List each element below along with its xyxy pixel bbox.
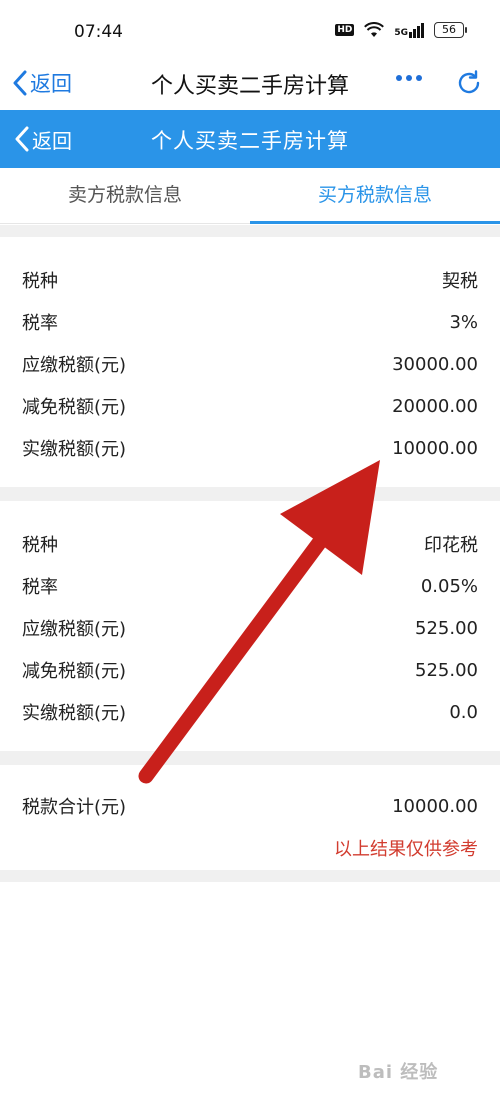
deed-tax-section: 税种 契税 税率 3% 应缴税额(元) 30000.00 减免税额(元) 200… bbox=[0, 237, 500, 487]
row-label: 税种 bbox=[22, 271, 58, 292]
tax-actual-row: 实缴税额(元) 10000.00 bbox=[0, 427, 500, 469]
tab-bar: 卖方税款信息 买方税款信息 bbox=[0, 168, 500, 224]
disclaimer-note: 以上结果仅供参考 bbox=[334, 839, 478, 860]
row-label: 应缴税额(元) bbox=[22, 355, 127, 376]
tax-rate-row: 税率 0.05% bbox=[0, 565, 500, 607]
tax-type-row: 税种 印花税 bbox=[0, 523, 500, 565]
tab-seller-tax[interactable]: 卖方税款信息 bbox=[0, 168, 250, 223]
row-value: 0.05% bbox=[420, 575, 478, 597]
row-label: 税种 bbox=[22, 535, 58, 556]
divider bbox=[0, 225, 500, 237]
network-type-label: 5G bbox=[394, 27, 408, 38]
row-label: 应缴税额(元) bbox=[22, 619, 127, 640]
tax-exemption-row: 减免税额(元) 20000.00 bbox=[0, 385, 500, 427]
row-value: 30000.00 bbox=[392, 353, 478, 375]
signal-icon: 5G bbox=[394, 22, 424, 38]
row-value: 525.00 bbox=[415, 659, 478, 681]
row-value: 20000.00 bbox=[392, 395, 478, 417]
page-title: 个人买卖二手房计算 bbox=[151, 129, 349, 153]
row-value: 印花税 bbox=[424, 535, 478, 556]
total-section: 税款合计(元) 10000.00 以上结果仅供参考 bbox=[0, 765, 500, 870]
tax-type-row: 税种 契税 bbox=[0, 259, 500, 301]
row-label: 实缴税额(元) bbox=[22, 703, 127, 724]
baidu-watermark: Bai 经验 bbox=[358, 1062, 439, 1083]
browser-title: 个人买卖二手房计算 bbox=[150, 74, 349, 99]
row-value: 契税 bbox=[442, 271, 478, 292]
status-icons: HD 5G 56 bbox=[335, 22, 467, 38]
wifi-icon bbox=[364, 22, 385, 37]
status-bar: 07:44 HD 5G 56 bbox=[0, 0, 500, 62]
tax-total-row: 税款合计(元) 10000.00 bbox=[0, 785, 500, 827]
battery-icon: 56 bbox=[434, 22, 467, 38]
row-value: 10000.00 bbox=[392, 437, 478, 459]
row-value: 0.0 bbox=[449, 701, 478, 723]
tax-actual-row: 实缴税额(元) 0.0 bbox=[0, 691, 500, 733]
row-value: 525.00 bbox=[415, 617, 478, 639]
tax-exemption-row: 减免税额(元) 525.00 bbox=[0, 649, 500, 691]
more-options-icon[interactable] bbox=[396, 75, 422, 81]
row-label: 税率 bbox=[22, 313, 58, 334]
tab-buyer-tax[interactable]: 买方税款信息 bbox=[250, 168, 500, 224]
tax-payable-row: 应缴税额(元) 30000.00 bbox=[0, 343, 500, 385]
browser-toolbar: 返回 个人买卖二手房计算 bbox=[0, 62, 500, 110]
row-label: 税率 bbox=[22, 577, 58, 598]
stamp-duty-section: 税种 印花税 税率 0.05% 应缴税额(元) 525.00 减免税额(元) 5… bbox=[0, 501, 500, 751]
status-time: 07:44 bbox=[74, 22, 123, 42]
divider bbox=[0, 870, 500, 882]
tax-rate-row: 税率 3% bbox=[0, 301, 500, 343]
app-header: 返回 个人买卖二手房计算 bbox=[0, 110, 500, 168]
refresh-icon[interactable] bbox=[455, 69, 483, 97]
divider bbox=[0, 487, 500, 501]
hd-icon: HD bbox=[335, 24, 355, 36]
row-label: 减免税额(元) bbox=[22, 397, 127, 418]
row-label: 实缴税额(元) bbox=[22, 439, 127, 460]
total-label: 税款合计(元) bbox=[22, 797, 127, 818]
divider bbox=[0, 751, 500, 765]
total-value: 10000.00 bbox=[392, 795, 478, 817]
row-value: 3% bbox=[449, 311, 478, 333]
row-label: 减免税额(元) bbox=[22, 661, 127, 682]
tax-payable-row: 应缴税额(元) 525.00 bbox=[0, 607, 500, 649]
